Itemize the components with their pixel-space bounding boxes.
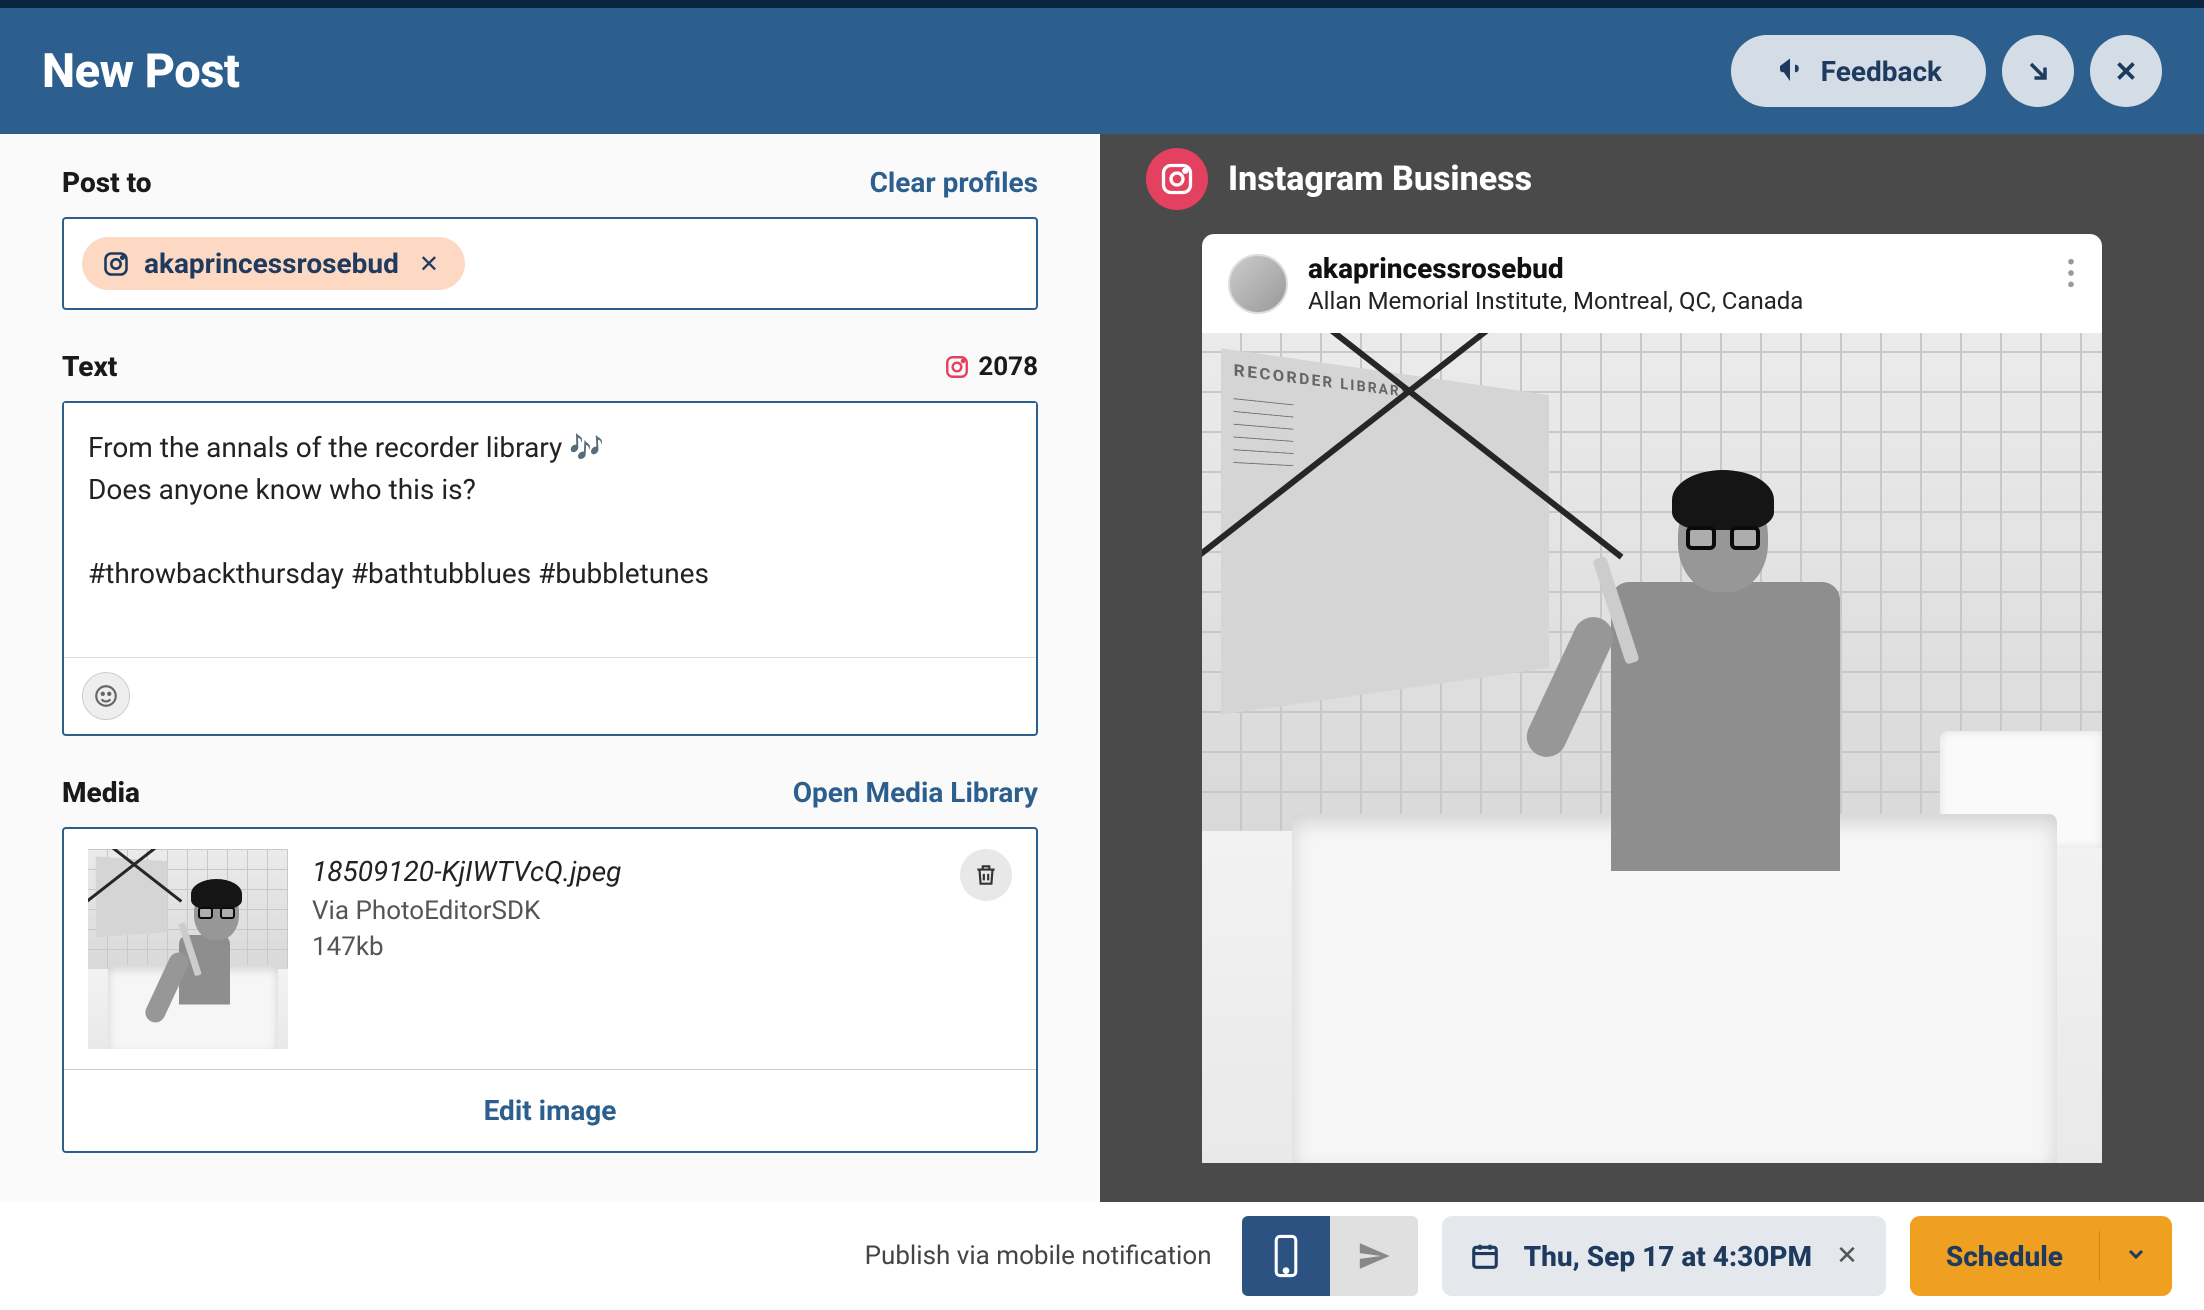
publish-direct-toggle[interactable]	[1330, 1216, 1418, 1296]
schedule-button[interactable]: Schedule	[1910, 1216, 2172, 1296]
profile-chip: akaprincessrosebud ✕	[82, 237, 465, 290]
preview-panel: Instagram Business akaprincessrosebud Al…	[1100, 134, 2204, 1202]
remove-profile-icon[interactable]: ✕	[413, 250, 445, 278]
avatar	[1228, 254, 1288, 314]
schedule-date-pill[interactable]: Thu, Sep 17 at 4:30PM ✕	[1442, 1216, 1886, 1296]
open-media-library-link[interactable]: Open Media Library	[793, 776, 1038, 809]
close-icon	[2111, 56, 2141, 86]
send-icon	[1357, 1239, 1391, 1273]
counter-value: 2078	[978, 352, 1038, 382]
page-title: New Post	[42, 44, 239, 99]
text-label: Text	[62, 350, 117, 383]
instagram-icon	[1159, 161, 1195, 197]
instagram-badge	[1146, 148, 1208, 210]
instagram-icon	[102, 250, 130, 278]
compose-panel: Post to Clear profiles akaprincessrosebu…	[0, 134, 1100, 1202]
close-button[interactable]	[2090, 35, 2162, 107]
clear-date-icon[interactable]: ✕	[1836, 1241, 1858, 1271]
media-label: Media	[62, 776, 140, 809]
chevron-down-icon	[2124, 1242, 2148, 1266]
profile-selector[interactable]: akaprincessrosebud ✕	[62, 217, 1038, 310]
publish-method-label: Publish via mobile notification	[865, 1241, 1212, 1271]
calendar-icon	[1470, 1241, 1500, 1271]
schedule-date-text: Thu, Sep 17 at 4:30PM	[1524, 1240, 1812, 1273]
smiley-icon	[93, 683, 119, 709]
megaphone-icon	[1775, 56, 1805, 86]
media-source: Via PhotoEditorSDK	[312, 896, 1012, 926]
preview-card: akaprincessrosebud Allan Memorial Instit…	[1202, 234, 2102, 1163]
publish-mobile-toggle[interactable]	[1242, 1216, 1330, 1296]
emoji-picker-button[interactable]	[82, 672, 130, 720]
more-vertical-icon	[2066, 256, 2076, 290]
preview-platform-title: Instagram Business	[1228, 159, 1532, 199]
mobile-icon	[1271, 1234, 1301, 1278]
caption-textarea[interactable]	[64, 403, 1036, 653]
header-bar: New Post Feedback	[0, 8, 2204, 134]
delete-media-button[interactable]	[960, 849, 1012, 901]
clear-profiles-link[interactable]: Clear profiles	[870, 166, 1038, 199]
media-filename: 18509120-KjIWTVcQ.jpeg	[312, 855, 1012, 888]
schedule-label: Schedule	[1910, 1240, 2099, 1273]
feedback-label: Feedback	[1821, 55, 1942, 88]
arrow-down-right-icon	[2024, 57, 2052, 85]
post-to-label: Post to	[62, 166, 152, 199]
footer-bar: Publish via mobile notification Thu, Sep…	[0, 1202, 2204, 1310]
feedback-button[interactable]: Feedback	[1731, 35, 1986, 107]
card-menu-button[interactable]	[2066, 256, 2076, 294]
minimize-button[interactable]	[2002, 35, 2074, 107]
trash-icon	[973, 862, 999, 888]
instagram-icon	[944, 354, 970, 380]
schedule-dropdown-toggle[interactable]	[2100, 1242, 2172, 1270]
media-item: 18509120-KjIWTVcQ.jpeg Via PhotoEditorSD…	[64, 829, 1036, 1069]
media-size: 147kb	[312, 932, 1012, 962]
edit-image-button[interactable]: Edit image	[64, 1069, 1036, 1151]
character-counter: 2078	[944, 352, 1038, 382]
profile-name: akaprincessrosebud	[144, 247, 399, 280]
preview-username: akaprincessrosebud	[1308, 252, 1803, 285]
media-thumbnail[interactable]	[88, 849, 288, 1049]
preview-location: Allan Memorial Institute, Montreal, QC, …	[1308, 287, 1803, 315]
preview-image: RECORDER LIBRARY────────────────────────…	[1202, 333, 2102, 1163]
